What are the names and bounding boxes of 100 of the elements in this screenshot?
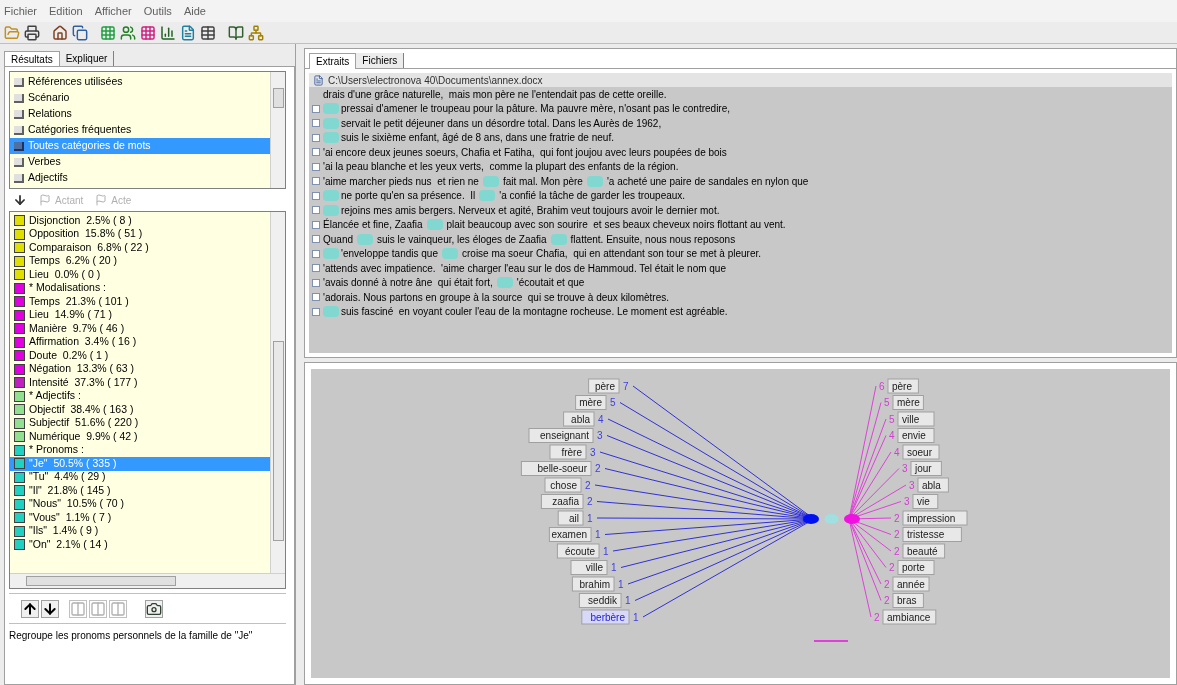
category-item[interactable]: * Pronoms : (10, 443, 270, 457)
menu-item[interactable]: Aide (183, 2, 206, 20)
category-item[interactable]: Opposition 15.8% ( 51 ) (10, 227, 270, 241)
category-item[interactable]: Numérique 9.9% ( 42 ) (10, 430, 270, 444)
category-item[interactable]: "Il" 21.8% ( 145 ) (10, 484, 270, 498)
word-label[interactable]: beauté (902, 543, 946, 559)
menu-item[interactable]: Outils (143, 2, 172, 20)
expand-icon[interactable] (312, 177, 320, 186)
expand-icon[interactable] (312, 119, 320, 128)
menu-item[interactable]: Fichier (4, 2, 37, 20)
word-label[interactable]: impression (902, 510, 968, 526)
category-item[interactable]: "Vous" 1.1% ( 7 ) (10, 511, 270, 525)
scrollbar[interactable] (270, 212, 285, 573)
category-item[interactable]: Affirmation 3.4% ( 16 ) (10, 335, 270, 349)
people-icon[interactable] (120, 24, 136, 41)
category-item[interactable]: Intensité 37.3% ( 177 ) (10, 376, 270, 390)
category-item[interactable]: Subjectif 51.6% ( 220 ) (10, 416, 270, 430)
table-icon[interactable] (200, 24, 216, 41)
grid-icon[interactable] (140, 24, 156, 41)
word-label[interactable]: frère (549, 444, 587, 460)
word-label[interactable]: enseignant (528, 428, 594, 443)
columns-icon[interactable] (69, 599, 87, 618)
expand-icon[interactable] (312, 206, 320, 215)
word-label[interactable]: bras (892, 593, 924, 608)
network-icon[interactable] (248, 24, 264, 41)
menu-item[interactable]: Edition (49, 2, 83, 20)
category-item[interactable]: "Nous" 10.5% ( 70 ) (10, 497, 270, 511)
bar-chart-icon[interactable] (160, 24, 176, 41)
tab[interactable]: Résultats (4, 51, 60, 67)
expand-icon[interactable] (312, 293, 320, 302)
category-item[interactable]: * Modalisations : (10, 281, 270, 295)
list-item[interactable]: Adjectifs (10, 170, 270, 186)
category-item[interactable]: "Ils" 1.4% ( 9 ) (10, 524, 270, 538)
word-label[interactable]: vie (912, 494, 939, 509)
house-icon[interactable] (52, 24, 68, 41)
book-icon[interactable] (228, 24, 244, 41)
expand-icon[interactable] (312, 162, 320, 171)
grid-icon[interactable] (100, 24, 116, 41)
word-label[interactable]: abla (563, 411, 595, 427)
scrollbar[interactable] (270, 72, 285, 188)
word-label[interactable]: soeur (902, 444, 940, 460)
word-label[interactable]: examen (548, 527, 592, 542)
category-item[interactable]: Négation 13.3% ( 63 ) (10, 362, 270, 376)
category-item[interactable]: "On" 2.1% ( 14 ) (10, 538, 270, 552)
word-label[interactable]: année (892, 576, 930, 592)
category-item[interactable]: Lieu 14.9% ( 71 ) (10, 308, 270, 322)
list-item[interactable]: Catégories fréquentes (10, 122, 270, 138)
word-label[interactable]: berbère (581, 609, 630, 625)
category-item[interactable]: Doute 0.2% ( 1 ) (10, 349, 270, 363)
tab[interactable]: Fichiers (356, 53, 405, 68)
expand-icon[interactable] (312, 235, 320, 244)
word-label[interactable]: tristesse (902, 527, 962, 542)
list-item[interactable]: Relations (10, 106, 270, 122)
expand-icon[interactable] (312, 278, 320, 287)
tab[interactable]: Extraits (309, 53, 357, 69)
word-label[interactable]: mère (892, 395, 924, 410)
list-item[interactable]: Verbes (10, 154, 270, 170)
columns-icon[interactable] (109, 599, 127, 618)
category-item[interactable]: Temps 6.2% ( 20 ) (10, 254, 270, 268)
category-item[interactable]: "Tu" 4.4% ( 29 ) (10, 470, 270, 484)
word-label[interactable]: ail (557, 510, 584, 526)
word-label[interactable]: porte (897, 560, 935, 575)
word-label[interactable]: envie (897, 428, 935, 443)
document-icon[interactable] (180, 24, 196, 41)
camera-icon[interactable] (145, 599, 163, 618)
expand-icon[interactable] (312, 133, 320, 142)
word-label[interactable]: ambiance (882, 609, 937, 625)
category-item[interactable]: Objectif 38.4% ( 163 ) (10, 403, 270, 417)
word-label[interactable]: ville (897, 411, 935, 427)
word-label[interactable]: brahim (571, 576, 615, 592)
word-label[interactable]: zaafia (540, 494, 584, 509)
word-label[interactable]: seddik (578, 593, 622, 608)
word-label[interactable]: jour (910, 461, 942, 476)
category-item[interactable]: Disjonction 2.5% ( 8 ) (10, 214, 270, 228)
menu-item[interactable]: Afficher (94, 2, 132, 20)
word-label[interactable]: chose (544, 477, 582, 493)
list-item[interactable]: Scénario (10, 90, 270, 106)
expand-icon[interactable] (312, 104, 320, 113)
expand-icon[interactable] (312, 191, 320, 200)
expand-icon[interactable] (312, 249, 320, 258)
horizontal-scrollbar[interactable] (10, 573, 285, 588)
category-item[interactable]: Comparaison 6.8% ( 22 ) (10, 241, 270, 255)
category-item[interactable]: * Adjectifs : (10, 389, 270, 403)
word-label[interactable]: ville (570, 560, 608, 575)
expand-icon[interactable] (312, 264, 320, 273)
printer-icon[interactable] (24, 24, 40, 41)
expand-icon[interactable] (312, 307, 320, 316)
word-label[interactable]: écoute (556, 543, 600, 559)
word-label[interactable]: mère (575, 395, 607, 410)
word-label[interactable]: père (588, 378, 620, 394)
copy-icon[interactable] (72, 24, 88, 41)
down-arrow-icon[interactable] (13, 193, 27, 207)
category-item[interactable]: Lieu 0.0% ( 0 ) (10, 268, 270, 282)
expand-icon[interactable] (312, 148, 320, 157)
category-item[interactable]: Temps 21.3% ( 101 ) (10, 295, 270, 309)
category-item[interactable]: Manière 9.7% ( 46 ) (10, 322, 270, 336)
list-item[interactable]: Références utilisées (10, 74, 270, 90)
expand-icon[interactable] (312, 220, 320, 229)
word-label[interactable]: père (887, 378, 919, 394)
columns-icon[interactable] (89, 599, 107, 618)
